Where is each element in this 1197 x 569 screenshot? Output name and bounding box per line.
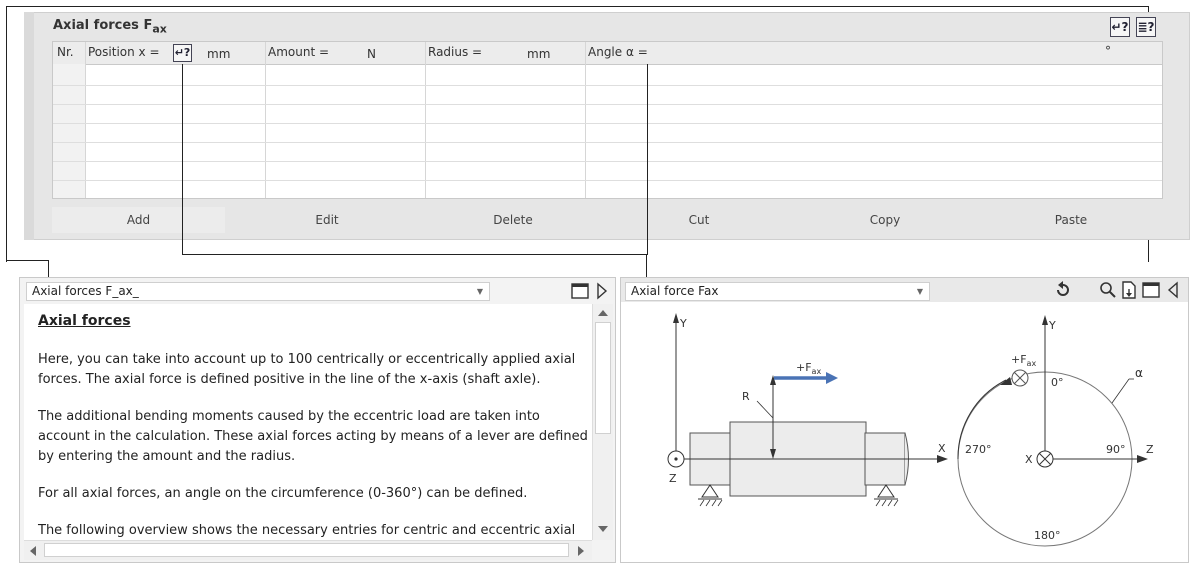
deg180-label: 180°: [1034, 529, 1061, 542]
help-heading: Axial forces: [38, 313, 131, 329]
alpha-label: α: [1135, 366, 1143, 380]
grid-line: [85, 42, 86, 198]
x-axis-arrow: [937, 455, 948, 463]
connector-line: [6, 260, 49, 277]
col-header-angle: Angle α =: [588, 45, 648, 59]
scroll-down-icon[interactable]: [597, 524, 609, 534]
scroll-thumb[interactable]: [595, 322, 611, 434]
scroll-left-icon[interactable]: [28, 545, 38, 557]
connector-line: [646, 254, 647, 278]
chevron-down-icon: ▼: [476, 287, 483, 296]
expand-right-icon[interactable]: [595, 282, 609, 300]
connector-line: [182, 64, 648, 255]
horizontal-scrollbar[interactable]: [24, 540, 592, 560]
copy-button[interactable]: Copy: [801, 207, 969, 233]
col-unit-amount: N: [367, 47, 376, 61]
panel-title: Axial forces Fax: [53, 18, 167, 36]
support-right: [877, 484, 895, 498]
help-paragraph: The additional bending moments caused by…: [38, 409, 588, 464]
window-icon[interactable]: [571, 282, 589, 300]
vertical-scrollbar[interactable]: [592, 304, 613, 540]
scroll-thumb[interactable]: [44, 543, 569, 557]
fax-label-left: +Fax: [796, 361, 821, 376]
page-download-icon[interactable]: [1120, 281, 1138, 299]
graphic-select[interactable]: Axial force Fax ▼: [625, 282, 930, 301]
support-left: [701, 484, 719, 498]
z-label-right: Z: [1146, 443, 1154, 456]
deg0-label: 0°: [1051, 376, 1064, 389]
axial-force-diagram: Y X Z R +Fax Y Z X 0° 90° 180° 270° +Fax…: [667, 313, 1154, 547]
document-help-icon[interactable]: ≣?: [1136, 17, 1156, 37]
graphic-select-value: Axial force Fax: [631, 284, 719, 298]
scroll-right-icon[interactable]: [576, 545, 586, 557]
paste-button[interactable]: Paste: [987, 207, 1155, 233]
col-unit-radius: mm: [527, 47, 551, 61]
help-topic-select[interactable]: Axial forces F_ax_ ▼: [26, 282, 490, 301]
col-unit-position: mm: [207, 47, 231, 61]
collapse-left-icon[interactable]: [1166, 281, 1180, 299]
help-pointer-icon[interactable]: ↵?: [1110, 17, 1130, 37]
x-label-right: X: [1025, 453, 1033, 466]
help-topic-value: Axial forces F_ax_: [32, 284, 139, 298]
col-header-nr: Nr.: [57, 45, 74, 59]
scroll-up-icon[interactable]: [597, 308, 609, 318]
fax-label-right: +Fax: [1011, 353, 1036, 368]
col-unit-angle: °: [1105, 44, 1111, 58]
col-header-position: Position x =: [88, 45, 160, 59]
deg90-label: 90°: [1106, 443, 1126, 456]
zoom-icon[interactable]: [1099, 281, 1117, 299]
x-label-left: X: [938, 442, 946, 455]
radius-label: R: [742, 390, 750, 403]
col-header-amount: Amount =: [268, 45, 330, 59]
y-axis-arrow: [673, 313, 679, 323]
y-label-left: Y: [679, 317, 687, 330]
panel-strip: [24, 12, 34, 240]
help-paragraph: For all axial forces, an angle on the ci…: [38, 486, 528, 501]
col-header-radius: Radius =: [428, 45, 483, 59]
window-icon[interactable]: [1142, 281, 1160, 299]
chevron-down-icon: ▼: [916, 287, 923, 296]
help-paragraph: Here, you can take into account up to 10…: [38, 352, 576, 387]
deg270-label: 270°: [965, 443, 992, 456]
help-pointer-icon[interactable]: ↵?: [173, 44, 192, 62]
refresh-icon[interactable]: [1054, 281, 1072, 299]
help-paragraph: The following overview shows the necessa…: [38, 523, 576, 538]
y-label-right: Y: [1048, 319, 1056, 332]
z-label-left: Z: [669, 472, 677, 485]
help-text-area: Axial forces Here, you can take into acc…: [24, 304, 592, 540]
